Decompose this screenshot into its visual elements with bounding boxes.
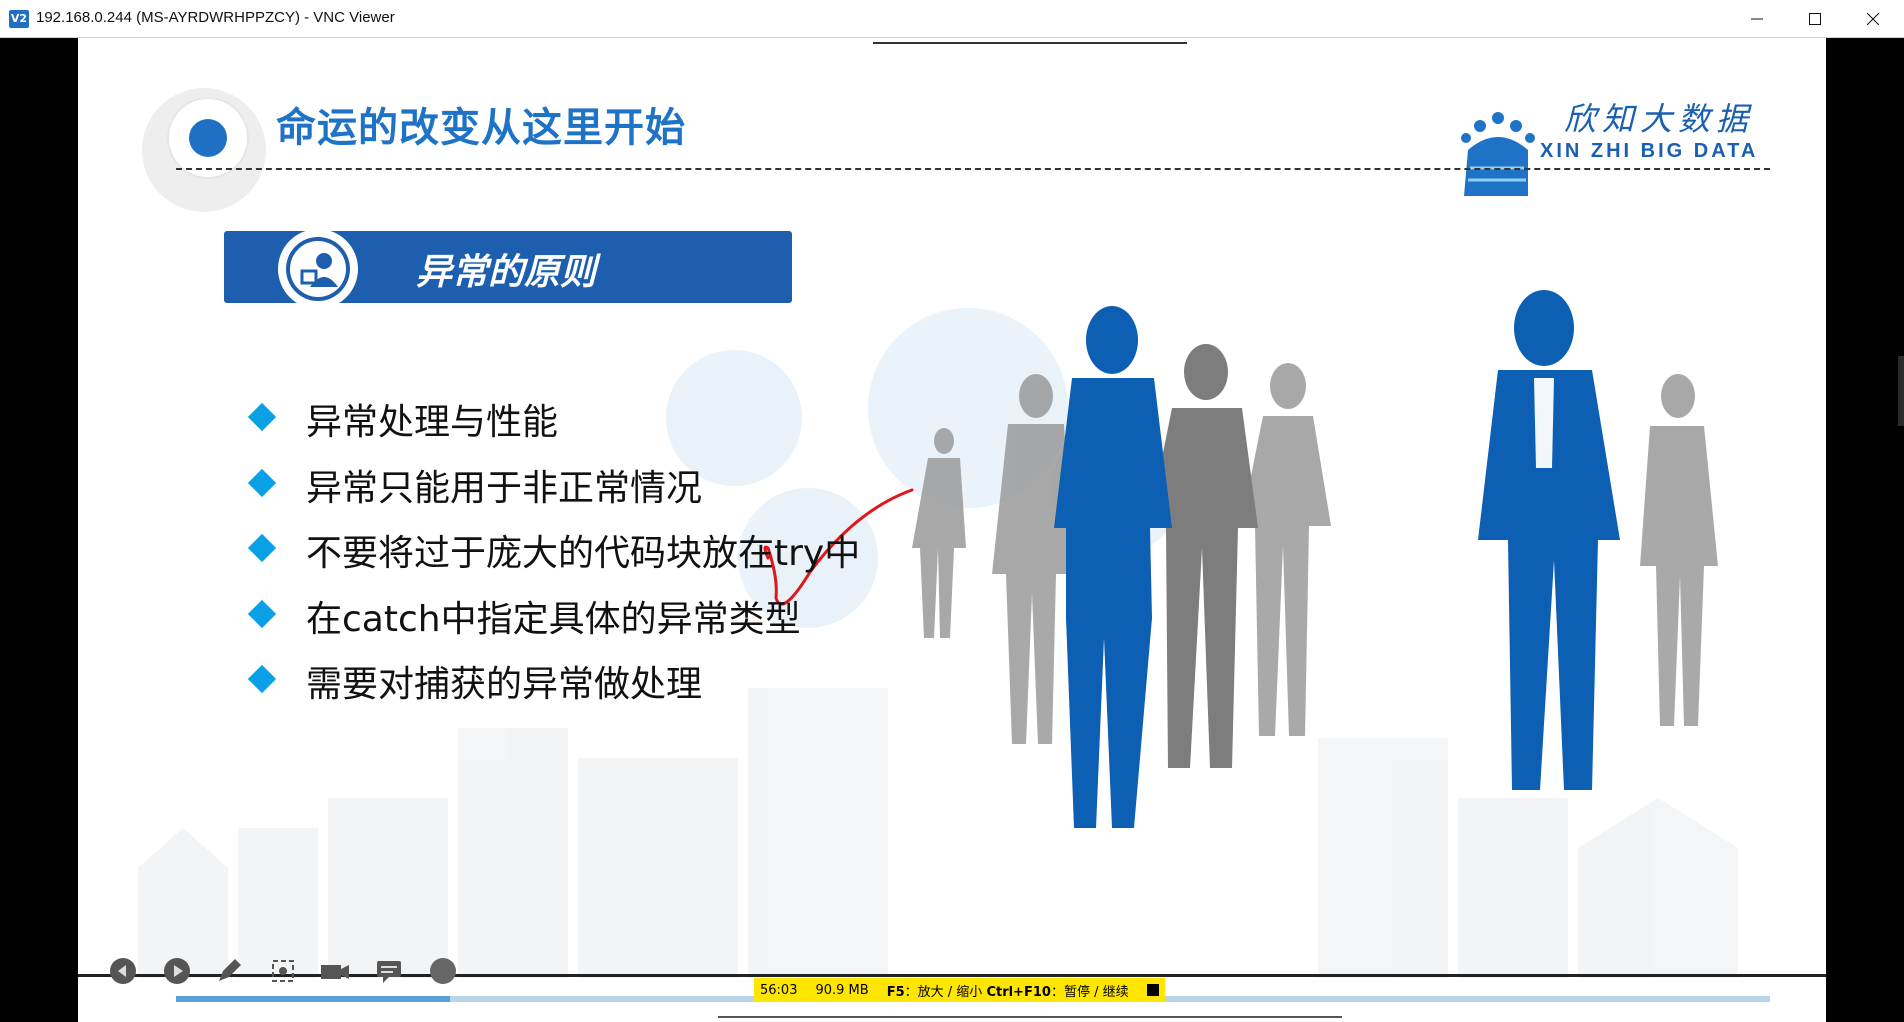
- slide-title: 命运的改变从这里开始: [276, 105, 686, 151]
- diamond-bullet-icon: [247, 599, 277, 629]
- section-label: 异常的原则: [416, 252, 597, 293]
- diamond-bullet-icon: [247, 664, 277, 694]
- title-divider: [176, 168, 1770, 170]
- remote-screen[interactable]: 命运的改变从这里开始 欣知大数据 XIN ZHI BIG DATA 异常的原则 …: [0, 38, 1904, 1022]
- section-banner: 异常的原则: [224, 229, 792, 309]
- minimize-icon: [1751, 18, 1763, 20]
- key1-desc: 放大 / 缩小: [917, 984, 983, 1000]
- screenshot-button[interactable]: [266, 957, 300, 985]
- list-item: 在catch中指定具体的异常类型: [246, 590, 946, 640]
- remote-scroll-indicator: [1898, 356, 1904, 426]
- bullet-text: 需要对捕获的异常做处理: [306, 664, 703, 705]
- key1-label: F5: [886, 984, 905, 1000]
- diamond-bullet-icon: [247, 468, 277, 498]
- camera-button[interactable]: [318, 957, 352, 985]
- record-icon: [430, 958, 456, 984]
- bullet-text: 异常只能用于非正常情况: [306, 468, 703, 509]
- play-button[interactable]: [160, 957, 194, 985]
- logo-cn-text: 欣知大数据: [1564, 100, 1755, 138]
- user-badge-icon: [278, 229, 358, 309]
- back-button[interactable]: [106, 957, 140, 985]
- vnc-app-icon: V2: [9, 10, 29, 28]
- close-button[interactable]: [1844, 0, 1902, 38]
- maximize-icon: [1809, 13, 1821, 25]
- window-title: 192.168.0.244 (MS-AYRDWRHPPZCY) - VNC Vi…: [36, 9, 395, 26]
- stop-icon[interactable]: [1146, 984, 1159, 996]
- minimize-button[interactable]: [1728, 0, 1786, 38]
- play-icon: [164, 958, 190, 984]
- maximize-button[interactable]: [1786, 0, 1844, 38]
- record-button[interactable]: [426, 957, 460, 985]
- bullet-text: 不要将过于庞大的代码块放在try中: [306, 533, 861, 574]
- pen-button[interactable]: [212, 957, 246, 985]
- close-icon: [1867, 13, 1879, 25]
- memory-label: 90.9 MB: [815, 982, 869, 998]
- diamond-bullet-icon: [247, 533, 277, 563]
- pen-icon: [219, 959, 241, 981]
- list-item: 需要对捕获的异常做处理: [246, 655, 946, 705]
- list-item: 不要将过于庞大的代码块放在try中: [246, 524, 946, 574]
- back-icon: [110, 958, 136, 984]
- window-titlebar: V2 192.168.0.244 (MS-AYRDWRHPPZCY) - VNC…: [0, 0, 1904, 38]
- screenshot-icon: [272, 960, 294, 982]
- bullet-text: 异常处理与性能: [306, 402, 559, 443]
- comment-icon: [377, 961, 401, 983]
- key2-label: Ctrl+F10: [986, 984, 1051, 1000]
- diamond-bullet-icon: [247, 402, 277, 432]
- comment-button[interactable]: [372, 957, 406, 985]
- status-bar: 56:03 90.9 MB F5：放大 / 缩小 Ctrl+F10：暂停 / 继…: [754, 978, 1165, 1002]
- list-item: 异常处理与性能: [246, 393, 946, 443]
- bullet-text: 在catch中指定具体的异常类型: [306, 599, 801, 640]
- bottom-divider: [718, 1016, 1342, 1022]
- progress-fill: [176, 996, 451, 1002]
- logo-en-text: XIN ZHI BIG DATA: [1540, 140, 1759, 162]
- time-label: 56:03: [760, 982, 798, 998]
- camera-icon: [321, 965, 349, 979]
- key2-desc: 暂停 / 继续: [1063, 984, 1129, 1000]
- presentation-slide: 命运的改变从这里开始 欣知大数据 XIN ZHI BIG DATA 异常的原则 …: [78, 38, 1826, 1022]
- list-item: 异常只能用于非正常情况: [246, 459, 946, 509]
